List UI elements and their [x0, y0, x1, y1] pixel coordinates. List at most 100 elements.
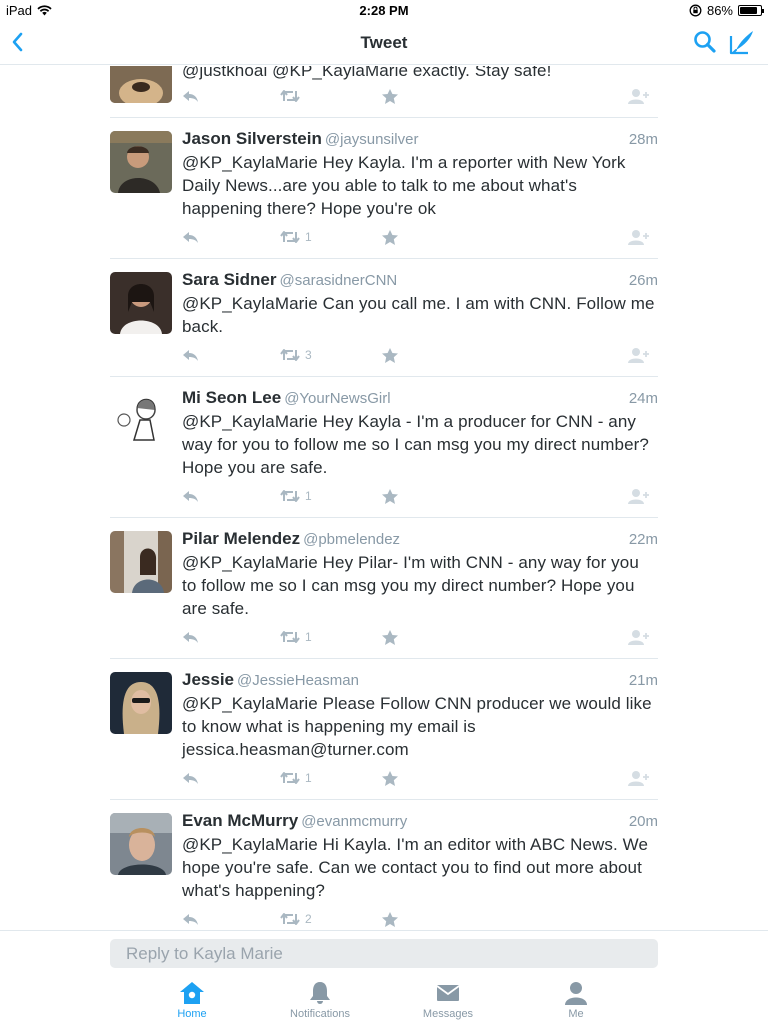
follow-button[interactable] [628, 345, 650, 365]
retweet-count: 1 [305, 771, 312, 785]
tweet-timestamp: 28m [628, 131, 658, 148]
star-icon [382, 347, 398, 363]
avatar[interactable] [110, 66, 172, 103]
favorite-button[interactable] [382, 909, 398, 929]
envelope-icon [436, 985, 460, 1001]
avatar[interactable] [110, 272, 172, 334]
search-icon[interactable] [692, 29, 718, 55]
add-user-icon [628, 630, 649, 645]
retweet-button[interactable]: 1 [280, 227, 312, 247]
reply-button[interactable] [182, 227, 199, 247]
star-icon [382, 770, 398, 786]
star-icon [382, 88, 398, 104]
add-user-icon [628, 230, 649, 245]
author-handle[interactable]: @jaysunsilver [325, 131, 419, 148]
tweet-timestamp: 22m [628, 531, 658, 548]
person-icon [565, 982, 587, 1005]
tweet-content: Evan McMurry @evanmcmurry 20m @KP_KaylaMa… [182, 811, 658, 902]
tweet-item[interactable]: Mi Seon Lee @YourNewsGirl 24m @KP_KaylaMa… [110, 377, 658, 518]
retweet-count: 1 [305, 230, 312, 244]
reply-button[interactable] [182, 345, 199, 365]
reply-button[interactable] [182, 909, 199, 929]
author-name[interactable]: Sara Sidner [182, 270, 277, 289]
retweet-button[interactable]: 3 [280, 345, 312, 365]
follow-button[interactable] [628, 227, 650, 247]
favorite-button[interactable] [382, 86, 398, 106]
retweet-button[interactable] [280, 86, 305, 106]
retweet-icon [280, 913, 300, 925]
retweet-icon [280, 349, 300, 361]
reply-input[interactable]: Reply to Kayla Marie [110, 939, 658, 968]
favorite-button[interactable] [382, 768, 398, 788]
author-name[interactable]: Evan McMurry [182, 811, 298, 830]
author-name[interactable]: Pilar Melendez [182, 529, 300, 548]
star-icon [382, 911, 398, 927]
tweet-actions: 1 [182, 486, 658, 506]
star-icon [382, 229, 398, 245]
tweet-text: @KP_KaylaMarie Hey Pilar- I'm with CNN -… [182, 553, 639, 618]
tweet-text: @KP_KaylaMarie Hey Kayla. I'm a reporter… [182, 153, 626, 218]
tweet-header: Sara Sidner @sarasidnerCNN 26m [182, 270, 658, 292]
tweet-timestamp: 26m [628, 272, 658, 289]
orientation-lock-icon [689, 4, 702, 17]
tab-label: Messages [422, 1008, 474, 1020]
author-handle[interactable]: @YourNewsGirl [284, 390, 390, 407]
tab-me[interactable]: Me [521, 981, 631, 1020]
compose-icon[interactable] [728, 28, 756, 56]
tweet-timeline[interactable]: @justkhoai @KP_KaylaMarie exactly. Stay … [0, 66, 768, 930]
tab-label: Home [177, 1008, 207, 1020]
author-handle[interactable]: @sarasidnerCNN [280, 272, 398, 289]
tweet-text: @KP_KaylaMarie Can you call me. I am wit… [182, 294, 655, 336]
battery-icon [738, 5, 764, 16]
avatar[interactable] [110, 390, 172, 452]
tweet-item[interactable]: Jessie @JessieHeasman 21m @KP_KaylaMarie … [110, 659, 658, 800]
bell-icon [310, 982, 330, 1004]
retweet-button[interactable]: 2 [280, 909, 312, 929]
avatar[interactable] [110, 813, 172, 875]
author-handle[interactable]: @JessieHeasman [237, 672, 359, 689]
tweet-header: Pilar Melendez @pbmelendez 22m [182, 529, 658, 551]
tweet-actions: 3 [182, 345, 658, 365]
reply-button[interactable] [182, 86, 199, 106]
retweet-button[interactable]: 1 [280, 768, 312, 788]
battery-fill [740, 7, 758, 14]
tweet-text: @justkhoai @KP_KaylaMarie exactly. Stay … [182, 66, 552, 80]
add-user-icon [628, 489, 649, 504]
author-name[interactable]: Jessie [182, 670, 234, 689]
favorite-button[interactable] [382, 345, 398, 365]
avatar[interactable] [110, 531, 172, 593]
tab-home[interactable]: Home [137, 981, 247, 1020]
avatar[interactable] [110, 672, 172, 734]
author-name[interactable]: Mi Seon Lee [182, 388, 281, 407]
retweet-icon [280, 90, 300, 102]
tab-messages[interactable]: Messages [393, 981, 503, 1020]
reply-button[interactable] [182, 486, 199, 506]
reply-button[interactable] [182, 627, 199, 647]
tweet-timestamp: 21m [628, 672, 658, 689]
add-user-icon [628, 89, 649, 104]
tweet-item[interactable]: Pilar Melendez @pbmelendez 22m @KP_KaylaM… [110, 518, 658, 659]
follow-button[interactable] [628, 768, 650, 788]
tweet-content: Jessie @JessieHeasman 21m @KP_KaylaMarie … [182, 670, 658, 761]
reply-icon [183, 632, 198, 643]
tab-notifications[interactable]: Notifications [265, 981, 375, 1020]
follow-button[interactable] [628, 486, 650, 506]
author-handle[interactable]: @pbmelendez [303, 531, 400, 548]
favorite-button[interactable] [382, 627, 398, 647]
favorite-button[interactable] [382, 486, 398, 506]
author-handle[interactable]: @evanmcmurry [301, 813, 407, 830]
author-name[interactable]: Jason Silverstein [182, 129, 322, 148]
tweet-item[interactable]: Sara Sidner @sarasidnerCNN 26m @KP_KaylaM… [110, 259, 658, 377]
tweet-item[interactable]: @justkhoai @KP_KaylaMarie exactly. Stay … [110, 66, 658, 118]
follow-button[interactable] [628, 86, 650, 106]
tweet-item[interactable]: Evan McMurry @evanmcmurry 20m @KP_KaylaMa… [110, 800, 658, 930]
follow-button[interactable] [628, 627, 650, 647]
retweet-button[interactable]: 1 [280, 627, 312, 647]
tab-label: Me [568, 1008, 584, 1020]
reply-button[interactable] [182, 768, 199, 788]
tweet-item[interactable]: Jason Silverstein @jaysunsilver 28m @KP_K… [110, 118, 658, 259]
favorite-button[interactable] [382, 227, 398, 247]
avatar[interactable] [110, 131, 172, 193]
retweet-button[interactable]: 1 [280, 486, 312, 506]
tweet-actions: 1 [182, 227, 658, 247]
